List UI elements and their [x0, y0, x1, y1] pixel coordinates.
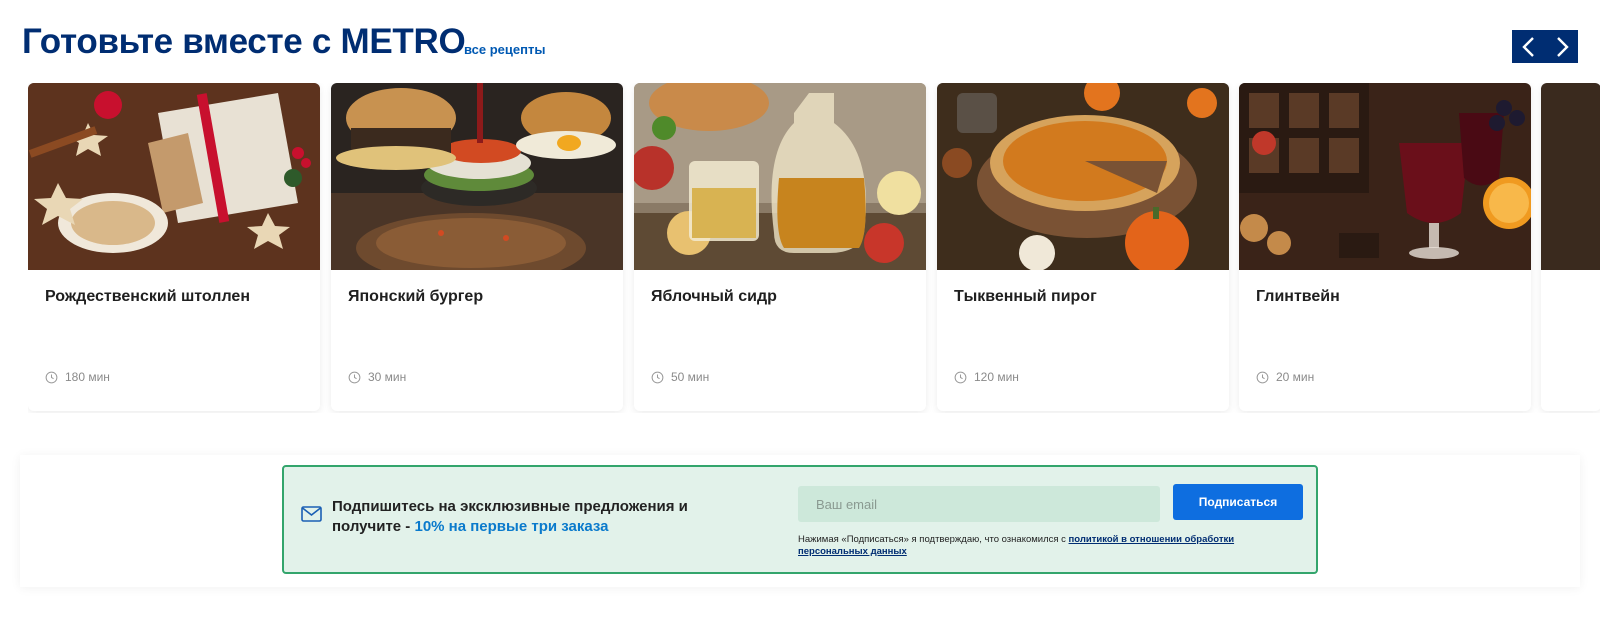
recipe-card[interactable]: Японский бургер 30 мин — [331, 83, 623, 411]
clock-icon — [348, 371, 361, 383]
consent-text-main: Нажимая «Подписаться» я подтверждаю, что… — [798, 534, 1069, 545]
subscribe-text-highlight: 10% на первые три заказа — [414, 518, 609, 535]
next-recipe-photo — [1541, 83, 1600, 270]
recipe-time-label: 20 мин — [1276, 370, 1315, 384]
all-recipes-link[interactable]: все рецепты — [464, 42, 545, 57]
recipe-card[interactable]: Глинтвейн 20 мин — [1239, 83, 1531, 411]
recipe-time-label: 180 мин — [65, 370, 110, 384]
subscribe-box: Подпишитесь на эксклюзивные предложения … — [282, 465, 1318, 574]
mulled-wine-photo — [1239, 83, 1531, 270]
recipe-time: 50 мин — [651, 370, 709, 384]
page-title: Готовьте вместе с METRO — [22, 22, 466, 61]
chevron-right-icon — [1556, 36, 1569, 57]
recipe-carousel: Рождественский штоллен 180 мин Японский … — [28, 83, 1600, 413]
recipe-time-label: 30 мин — [368, 370, 407, 384]
recipe-card[interactable]: Рождественский штоллен 180 мин — [28, 83, 320, 411]
pumpkin-pie-photo — [937, 83, 1229, 270]
envelope-icon — [301, 506, 322, 522]
carousel-nav — [1512, 30, 1578, 63]
recipe-title: Глинтвейн — [1256, 288, 1340, 305]
carousel-next-button[interactable] — [1545, 30, 1578, 63]
recipe-title: Тыквенный пирог — [954, 288, 1097, 305]
section-header: Готовьте вместе с METRO все рецепты — [22, 20, 1578, 66]
stollen-photo — [28, 83, 320, 270]
recipe-card-partial[interactable] — [1541, 83, 1600, 411]
recipe-time: 120 мин — [954, 370, 1019, 384]
recipe-title: Рождественский штоллен — [45, 288, 250, 305]
carousel-prev-button[interactable] — [1512, 30, 1545, 63]
cider-photo — [634, 83, 926, 270]
recipe-title: Яблочный сидр — [651, 288, 777, 305]
clock-icon — [651, 371, 664, 383]
email-field[interactable] — [798, 486, 1160, 522]
chevron-left-icon — [1521, 36, 1534, 57]
recipe-title: Японский бургер — [348, 288, 484, 305]
recipe-time-label: 50 мин — [671, 370, 710, 384]
recipe-card[interactable]: Яблочный сидр 50 мин — [634, 83, 926, 411]
recipe-time: 180 мин — [45, 370, 110, 384]
consent-text: Нажимая «Подписаться» я подтверждаю, что… — [798, 534, 1288, 558]
burger-photo — [331, 83, 623, 270]
recipe-card[interactable]: Тыквенный пирог 120 мин — [937, 83, 1229, 411]
clock-icon — [45, 371, 58, 383]
recipe-time-label: 120 мин — [974, 370, 1019, 384]
clock-icon — [1256, 371, 1269, 383]
subscribe-text: Подпишитесь на эксклюзивные предложения … — [332, 497, 732, 537]
recipe-time: 30 мин — [348, 370, 406, 384]
clock-icon — [954, 371, 967, 383]
subscribe-button[interactable]: Подписаться — [1173, 484, 1303, 520]
subscribe-section: Подпишитесь на эксклюзивные предложения … — [20, 455, 1580, 587]
recipe-time: 20 мин — [1256, 370, 1314, 384]
